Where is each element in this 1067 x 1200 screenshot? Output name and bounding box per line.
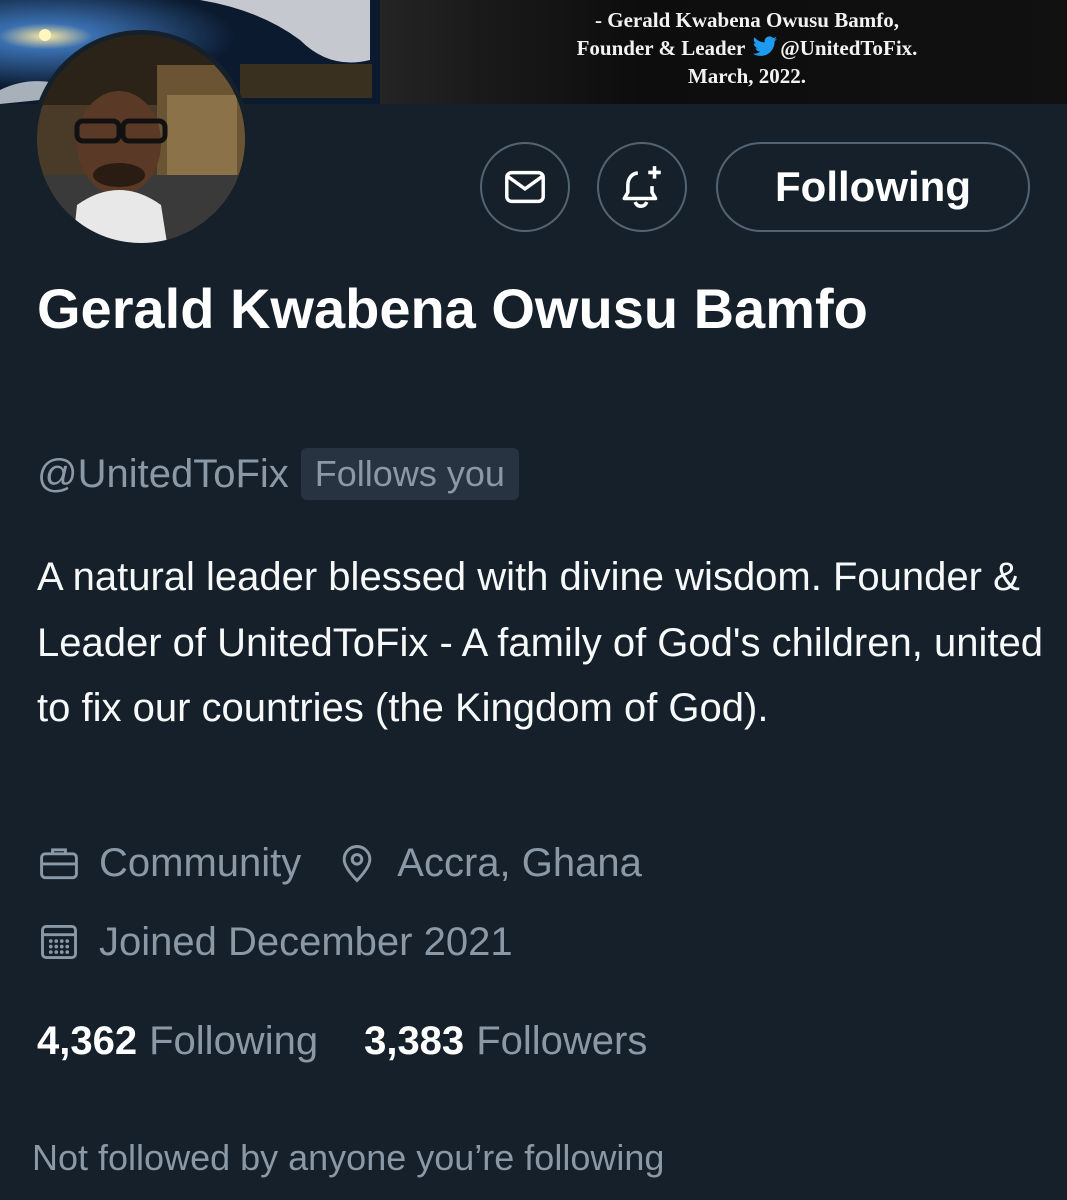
avatar-photo [37,35,245,243]
profile-joined-date: Joined December 2021 [99,919,513,964]
followers-count: 3,383 [364,1018,465,1063]
followers-label: Followers [476,1018,648,1063]
profile-category: Community [99,840,302,885]
bell-plus-icon [622,166,661,208]
following-label: Following [149,1018,319,1063]
profile-meta: Community Accra, Ghana [37,833,642,893]
follows-you-badge: Follows you [300,448,519,500]
banner-quote-line2-handle: @UnitedToFix. [780,36,918,60]
display-name: Gerald Kwabena Owusu Bamfo [37,277,868,340]
profile-page: - Gerald Kwabena Owusu Bamfo, Founder & … [0,0,1067,1200]
banner-quote-line2: Founder & Leader @UnitedToFix. [487,34,1007,62]
avatar[interactable] [32,30,250,248]
mutual-followers-text: Not followed by anyone you’re following [32,1137,665,1178]
following-link[interactable]: 4,362 Following [37,1019,318,1064]
followers-link[interactable]: 3,383 Followers [364,1019,647,1064]
profile-bio: A natural leader blessed with divine wis… [37,555,1043,730]
notifications-button[interactable] [597,142,687,232]
username-handle: @UnitedToFix [37,451,289,496]
banner-quote: - Gerald Kwabena Owusu Bamfo, Founder & … [487,6,1007,90]
banner-quote-line1: - Gerald Kwabena Owusu Bamfo, [595,8,899,32]
profile-joined-row: Joined December 2021 [37,912,513,972]
message-button[interactable] [480,142,570,232]
twitter-bird-icon [753,36,778,56]
banner-quote-line3: March, 2022. [687,64,806,88]
handle-row: @UnitedToFix Follows you [37,448,519,500]
calendar-icon [41,924,77,960]
avatar-image [37,35,245,243]
banner-quote-line2-prefix: Founder & Leader [576,36,751,60]
following-button[interactable]: Following [716,142,1030,232]
profile-location: Accra, Ghana [397,840,642,885]
follow-stats: 4,362 Following 3,383 Followers [37,1013,647,1069]
briefcase-icon [40,848,78,880]
following-count: 4,362 [37,1018,138,1063]
mail-icon [505,170,545,204]
location-pin-icon [342,845,372,883]
